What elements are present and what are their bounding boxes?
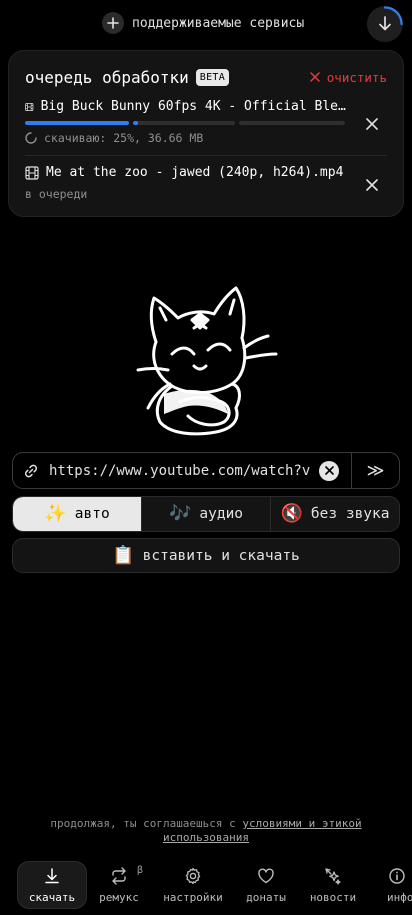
download-submit-button[interactable]: ≫: [352, 453, 399, 488]
progress-segment: [25, 121, 129, 125]
clear-input-button[interactable]: [319, 460, 339, 481]
terms-link-continued[interactable]: использования: [163, 831, 249, 844]
close-icon: [366, 118, 378, 130]
nav-download[interactable]: скачать: [17, 861, 87, 909]
remove-item-button[interactable]: [363, 115, 381, 133]
film-icon: [25, 102, 34, 111]
queue-item-status: скачиваю: 25%, 36.66 MB: [44, 131, 204, 145]
supported-services-label: поддерживаемые сервисы: [132, 15, 305, 31]
sparkles-emoji-icon: ✨: [44, 503, 67, 524]
queue-item-status: в очереди: [25, 187, 88, 201]
queue-title: очередь обработки: [25, 67, 189, 87]
submit-arrows-icon: ≫: [366, 460, 385, 481]
mode-label: без звука: [310, 506, 390, 522]
progress-segment-fill: [25, 121, 129, 125]
link-icon: [13, 463, 49, 479]
paste-and-download-button[interactable]: 📋 вставить и скачать: [12, 538, 400, 573]
queue-divider: [25, 155, 387, 156]
queue-item: Me at the zoo - jawed (240p, h264).mp4 в…: [25, 165, 387, 205]
bottom-navigation: скачать β ремукс настройки донаты новост…: [0, 855, 412, 915]
terms-notice: продолжая, ты соглашаешься с условиями и…: [0, 817, 412, 845]
terms-prefix: продолжая, ты соглашаешься с: [50, 817, 236, 830]
progress-bar: [25, 121, 347, 125]
spinner-icon: [25, 132, 37, 144]
muted-speaker-emoji-icon: 🔇: [280, 503, 303, 524]
nav-label: донаты: [246, 891, 286, 904]
top-bar: поддерживаемые сервисы: [0, 6, 412, 42]
remux-icon: [112, 867, 126, 885]
nav-news[interactable]: новости: [304, 861, 362, 909]
remove-item-button[interactable]: [363, 176, 381, 194]
film-icon: [25, 165, 39, 180]
clear-input-x-icon: [324, 466, 334, 475]
queue-header: очередь обработки BETA очистить: [25, 66, 387, 88]
nav-info[interactable]: инфо: [380, 861, 412, 909]
nav-donate[interactable]: донаты: [236, 861, 296, 909]
beta-badge: BETA: [195, 68, 230, 86]
close-icon: [366, 179, 378, 191]
queue-item-status-row: скачиваю: 25%, 36.66 MB: [25, 131, 387, 145]
clear-queue-label: очистить: [326, 69, 387, 85]
processing-queue-button[interactable]: [367, 6, 403, 42]
nav-settings[interactable]: настройки: [160, 861, 226, 909]
nav-label: инфо: [387, 891, 412, 904]
clipboard-emoji-icon: 📋: [112, 544, 135, 566]
url-input-box: ≫: [12, 452, 400, 489]
queue-item-filename: Me at the zoo - jawed (240p, h264).mp4: [46, 165, 344, 180]
supported-services-button[interactable]: поддерживаемые сервисы: [102, 12, 304, 34]
gear-icon: [185, 867, 201, 885]
mode-audio-button[interactable]: 🎶 аудио: [142, 497, 271, 531]
mode-label: аудио: [199, 506, 244, 522]
nav-label: ремукс: [99, 891, 139, 904]
queue-item-status-row: в очереди: [25, 187, 387, 201]
queue-item: Big Buck Bunny 60fps 4K - Official Blend…: [25, 99, 387, 155]
url-input[interactable]: [49, 462, 311, 479]
mode-auto-button[interactable]: ✨ авто: [13, 497, 142, 531]
mascot-cat-logo: [136, 286, 278, 436]
download-mode-switcher: ✨ авто 🎶 аудио 🔇 без звука: [12, 496, 400, 532]
heart-icon: [258, 868, 274, 884]
nav-remux[interactable]: β ремукс: [91, 861, 147, 909]
nav-label: скачать: [28, 891, 76, 904]
plus-icon: [102, 12, 124, 34]
queue-progress-ring: [367, 6, 403, 42]
nav-beta-mark: β: [136, 865, 143, 876]
processing-queue-panel: очередь обработки BETA очистить Big Buck…: [8, 50, 404, 217]
download-icon: [45, 868, 59, 884]
progress-segment: [239, 121, 345, 125]
queue-item-filename-row: Me at the zoo - jawed (240p, h264).mp4: [25, 165, 347, 180]
progress-segment: [133, 121, 235, 125]
music-notes-emoji-icon: 🎶: [168, 503, 192, 524]
clear-x-icon: [310, 72, 320, 82]
sparkles-icon: [325, 868, 341, 885]
mode-mute-button[interactable]: 🔇 без звука: [271, 497, 399, 531]
nav-label: новости: [309, 891, 357, 904]
progress-segment-start-dot: [133, 121, 138, 125]
clear-queue-button[interactable]: очистить: [310, 70, 387, 85]
queue-item-filename: Big Buck Bunny 60fps 4K - Official Blend…: [40, 99, 347, 114]
queue-item-filename-row: Big Buck Bunny 60fps 4K - Official Blend…: [25, 99, 347, 114]
mode-label: авто: [74, 506, 110, 522]
info-icon: [389, 868, 405, 884]
terms-link[interactable]: условиями и этикой: [242, 817, 361, 830]
nav-label: настройки: [163, 891, 223, 904]
paste-label: вставить и скачать: [142, 547, 300, 564]
